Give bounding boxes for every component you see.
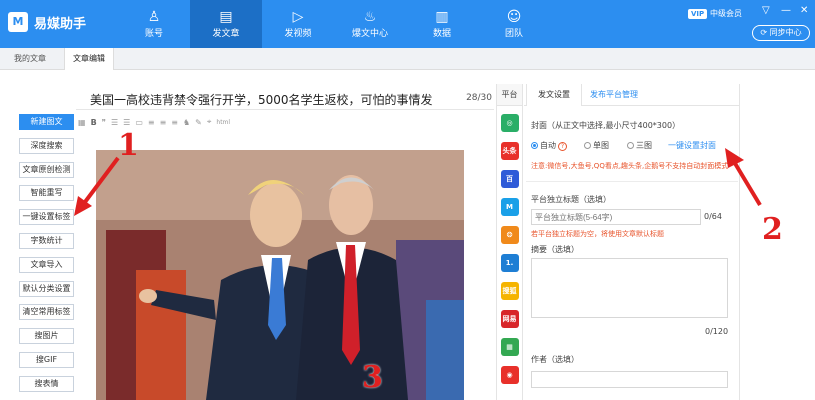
- arrow-1: [74, 156, 120, 216]
- arrow-2: [725, 148, 762, 207]
- annotation-number-1: 1: [118, 128, 139, 163]
- annotation-number-3: 3: [362, 360, 383, 395]
- annotation-overlay: [74, 148, 762, 216]
- annotation-number-2: 2: [762, 212, 783, 247]
